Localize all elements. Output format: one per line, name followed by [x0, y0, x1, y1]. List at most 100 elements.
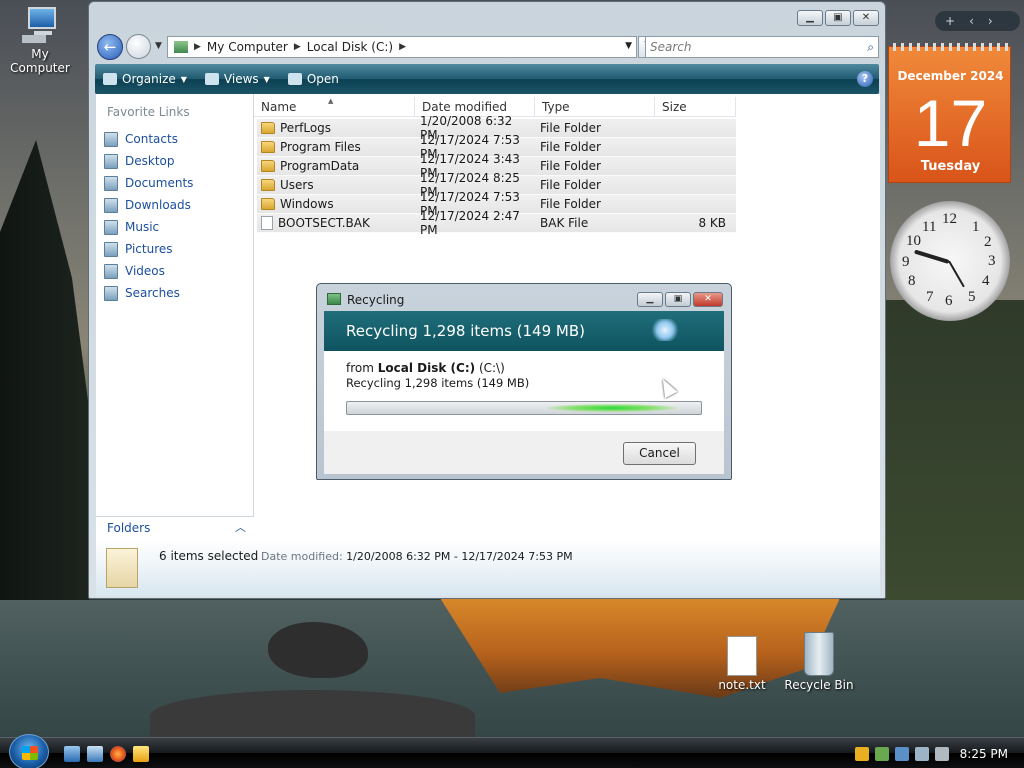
file-name: Program Files [280, 140, 361, 154]
desktop-icon-my-computer[interactable]: My Computer [0, 5, 80, 75]
window-caption-buttons: ▁ ▣ ✕ [797, 10, 879, 26]
pictures-icon [104, 241, 118, 257]
clock-number: 2 [984, 234, 992, 250]
favorite-link-label: Pictures [125, 242, 173, 256]
file-type: File Folder [540, 140, 601, 154]
safely-remove-icon[interactable] [875, 747, 889, 761]
display-icon[interactable] [915, 747, 929, 761]
chevron-right-icon[interactable]: ▶ [294, 42, 301, 52]
volume-muted-icon[interactable] [935, 747, 949, 761]
desktop-icon-recycle-bin[interactable]: Recycle Bin [784, 632, 854, 692]
date-modified-label: Date modified: [261, 550, 343, 563]
favorite-link-videos[interactable]: Videos [102, 260, 252, 282]
column-header-label: Name [261, 100, 297, 114]
breadcrumb-local-disk[interactable]: Local Disk (C:) [307, 40, 393, 54]
desktop-icon [104, 153, 118, 169]
favorite-link-contacts[interactable]: Contacts [102, 128, 252, 150]
computer-icon [174, 41, 188, 53]
clock-number: 8 [908, 273, 916, 289]
favorite-link-downloads[interactable]: Downloads [102, 194, 252, 216]
column-header-name[interactable]: Name ▲ [254, 97, 415, 117]
clock-number: 4 [982, 273, 990, 289]
selection-count: 6 items selected [159, 549, 259, 563]
maximize-button[interactable]: ▣ [665, 292, 691, 307]
chevron-right-icon[interactable]: ▶ [194, 42, 201, 52]
command-toolbar: Organize ▼ Views ▼ Open ? [95, 64, 879, 94]
minimize-button[interactable]: ▁ [637, 292, 663, 307]
videos-icon [104, 263, 118, 279]
calendar-rings [893, 43, 1008, 51]
source-info: from Local Disk (C:) (C:\) [346, 361, 505, 375]
search-icon[interactable]: ⌕ [867, 37, 874, 57]
close-button[interactable]: ✕ [853, 10, 879, 26]
close-button[interactable]: ✕ [693, 292, 723, 307]
chevron-down-icon: ▼ [263, 74, 270, 84]
cancel-button[interactable]: Cancel [623, 442, 696, 465]
address-dropdown-icon[interactable]: ▼ [625, 41, 632, 51]
open-label: Open [306, 72, 339, 86]
favorite-link-music[interactable]: Music [102, 216, 252, 238]
clock-number: 3 [988, 253, 996, 269]
windows-logo-icon [22, 746, 38, 760]
favorite-link-desktop[interactable]: Desktop [102, 150, 252, 172]
security-shield-icon[interactable] [855, 747, 869, 761]
firefox-icon[interactable] [110, 746, 126, 762]
progress-animation-icon [651, 319, 679, 341]
switch-windows-icon[interactable] [87, 746, 103, 762]
documents-icon [104, 175, 118, 191]
forward-button[interactable] [126, 34, 151, 59]
open-button[interactable]: Open [287, 72, 339, 86]
column-header-type[interactable]: Type [535, 97, 655, 117]
add-gadget-icon[interactable]: + [945, 14, 955, 28]
progress-text: Recycling 1,298 items (149 MB) [346, 376, 530, 390]
breadcrumb-my-computer[interactable]: My Computer [207, 40, 288, 54]
favorite-link-label: Downloads [125, 198, 191, 212]
chevron-right-icon[interactable]: ▶ [399, 42, 406, 52]
source-drive: Local Disk (C:) [377, 361, 476, 375]
contacts-icon [104, 131, 118, 147]
file-name: Windows [280, 197, 334, 211]
recycle-bin-icon [804, 632, 834, 676]
favorite-link-pictures[interactable]: Pictures [102, 238, 252, 260]
help-icon[interactable]: ? [857, 71, 873, 87]
media-player-icon[interactable] [133, 746, 149, 762]
favorite-link-label: Music [125, 220, 160, 234]
next-icon[interactable]: › [988, 14, 993, 28]
back-button[interactable]: ← [97, 34, 123, 60]
previous-icon[interactable]: ‹ [969, 14, 974, 28]
clock-gadget[interactable]: 12 1 2 3 4 5 6 7 8 9 10 11 [890, 201, 1010, 321]
folder-icon [261, 198, 275, 210]
search-input[interactable]: Search ⌕ [645, 36, 879, 58]
maximize-button[interactable]: ▣ [825, 10, 851, 26]
file-size: 8 KB [698, 216, 726, 230]
file-date: 12/17/2024 2:47 PM [420, 209, 520, 237]
column-header-size[interactable]: Size [655, 97, 736, 117]
table-row[interactable]: BOOTSECT.BAK 12/17/2024 2:47 PM BAK File 8 … [257, 209, 736, 237]
dialog-title: Recycling [347, 293, 405, 307]
recent-pages-dropdown[interactable]: ▼ [155, 41, 162, 51]
organize-button[interactable]: Organize ▼ [103, 72, 187, 86]
start-button[interactable] [9, 734, 49, 768]
favorite-link-searches[interactable]: Searches [102, 282, 252, 304]
clock-time[interactable]: 8:25 PM [960, 747, 1008, 761]
navigation-pane: Favorite Links Contacts Desktop Document… [96, 94, 254, 540]
favorite-link-label: Videos [125, 264, 165, 278]
address-bar[interactable]: ▶ My Computer ▶ Local Disk (C:) ▶ ▼ [167, 36, 637, 58]
favorite-links-list: Contacts Desktop Documents Downloads Mus… [102, 128, 252, 304]
desktop-icon-note[interactable]: note.txt [712, 636, 772, 692]
favorite-link-documents[interactable]: Documents [102, 172, 252, 194]
file-type: BAK File [540, 216, 589, 230]
clock-number: 11 [922, 219, 937, 235]
show-desktop-icon[interactable] [64, 746, 80, 762]
date-modified-info: Date modified: 1/20/2008 6:32 PM - 12/17… [261, 550, 573, 563]
network-icon[interactable] [895, 747, 909, 761]
music-icon [104, 219, 118, 235]
folders-toggle[interactable]: Folders ︿ [96, 516, 254, 540]
wallpaper-trees-left [0, 140, 90, 600]
calendar-gadget[interactable]: December 2024 17 Tuesday [888, 43, 1011, 183]
favorite-link-label: Desktop [125, 154, 175, 168]
views-button[interactable]: Views ▼ [204, 72, 270, 86]
multiple-files-icon [106, 548, 138, 588]
clock-number: 7 [926, 289, 934, 305]
minimize-button[interactable]: ▁ [797, 10, 823, 26]
